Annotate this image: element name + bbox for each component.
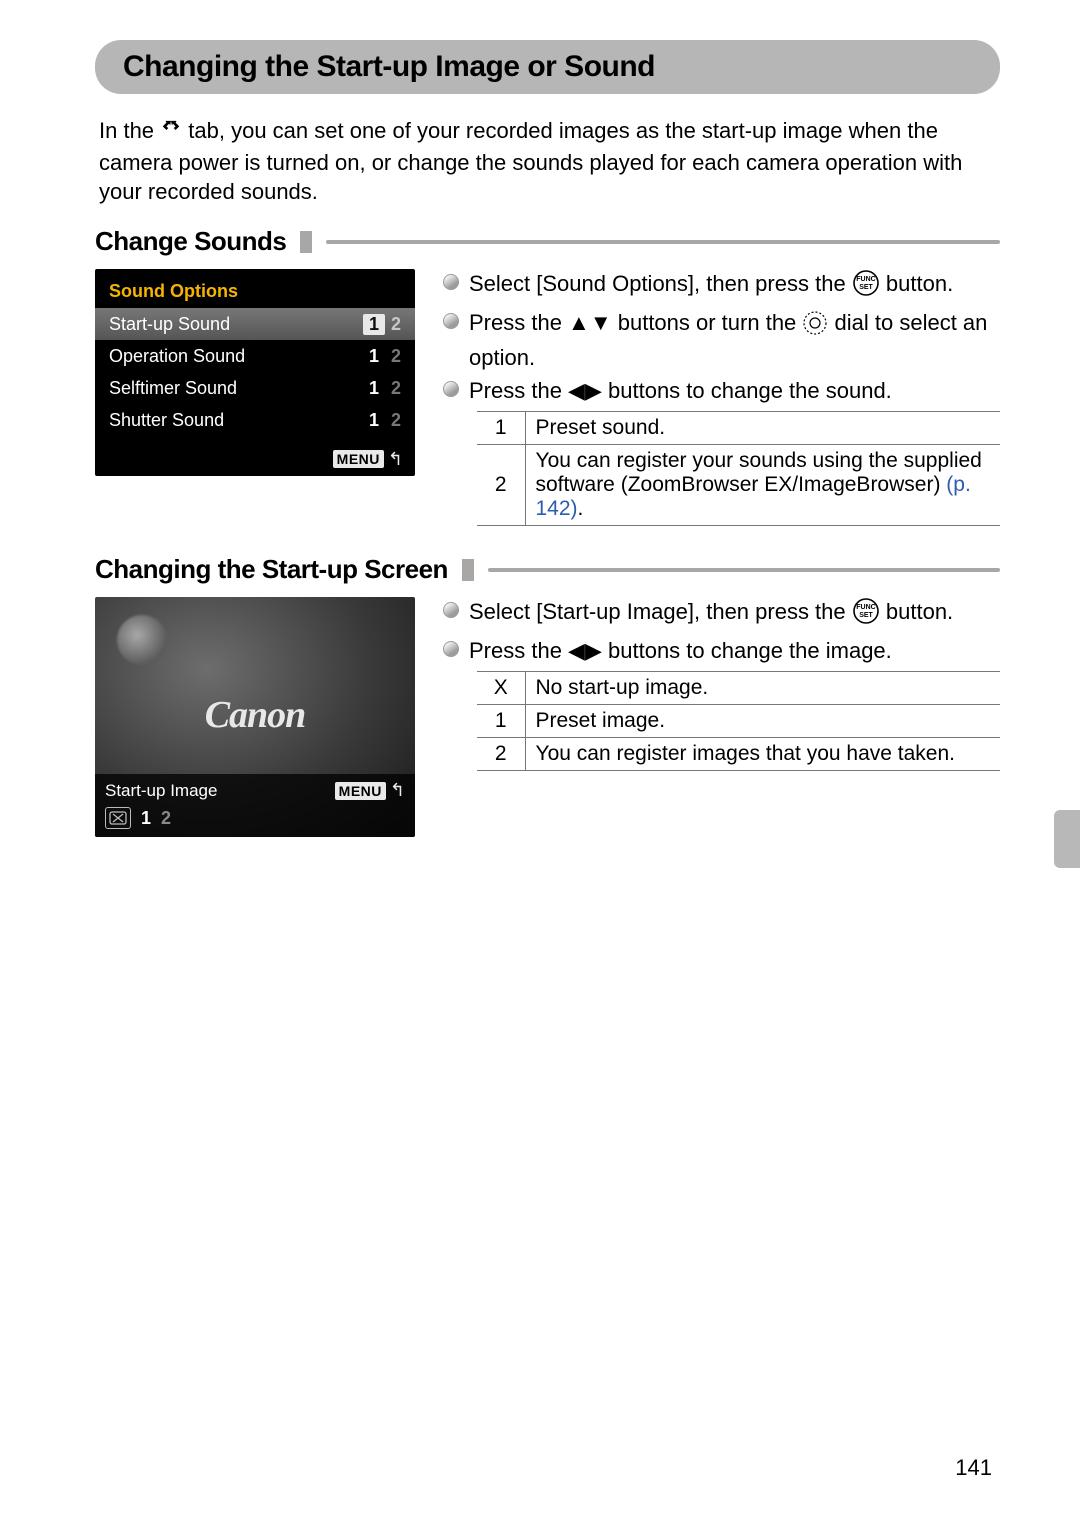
up-down-icon: ▲▼: [568, 310, 612, 335]
table-row: 2 You can register your sounds using the…: [477, 445, 1000, 526]
table-key: 2: [477, 445, 525, 526]
bullet-text: buttons or turn the: [618, 310, 803, 335]
return-icon: ↰: [388, 449, 403, 470]
menu-badge: MENU ↰: [333, 449, 403, 470]
bullet-1: Select [Sound Options], then press the F…: [443, 269, 1000, 304]
bullet-text: Select [Start-up Image], then press the: [469, 599, 852, 624]
lcd-title: Sound Options: [95, 279, 415, 308]
lcd-row-label: Selftimer Sound: [109, 378, 363, 399]
lcd-row-selftimer-sound: Selftimer Sound 1 2: [95, 372, 415, 404]
return-icon: ↰: [390, 780, 405, 801]
svg-text:FUNC: FUNC: [856, 604, 875, 611]
bullet-text: button.: [886, 271, 953, 296]
menu-text: MENU: [335, 782, 386, 800]
func-set-icon: FUNCSET: [852, 269, 880, 304]
lcd-row-opt2: 2: [385, 314, 407, 335]
side-thumb-tab: [1054, 810, 1080, 868]
wrench-icon: [160, 119, 182, 148]
bullet-icon: [443, 313, 459, 329]
intro-text-post: tab, you can set one of your recorded im…: [99, 118, 962, 204]
lcd-row-shutter-sound: Shutter Sound 1 2: [95, 404, 415, 436]
page-number: 141: [955, 1455, 992, 1481]
table-value: Preset image.: [525, 705, 1000, 738]
table-value: You can register images that you have ta…: [525, 738, 1000, 771]
func-set-icon: FUNCSET: [852, 597, 880, 632]
lcd-row-operation-sound: Operation Sound 1 2: [95, 340, 415, 372]
table-row: 2 You can register images that you have …: [477, 738, 1000, 771]
bullet-text: buttons to change the sound.: [608, 378, 892, 403]
section-change-sounds-heading: Change Sounds: [95, 226, 1000, 257]
table-key: 1: [477, 705, 525, 738]
section-startup-screen-heading: Changing the Start-up Screen: [95, 554, 1000, 585]
bullet-2: Press the ◀▶ buttons to change the image…: [443, 636, 1000, 665]
lcd-row-label: Start-up Sound: [109, 314, 363, 335]
heading-rule: [488, 568, 1000, 572]
lcd-row-opt2: 2: [385, 346, 407, 367]
svg-text:FUNC: FUNC: [856, 276, 875, 283]
left-right-icon: ◀▶: [568, 378, 602, 403]
table-row: 1 Preset image.: [477, 705, 1000, 738]
lcd-label: Start-up Image: [105, 781, 217, 801]
sound-table: 1 Preset sound. 2 You can register your …: [477, 411, 1000, 526]
table-key: X: [477, 672, 525, 705]
bullet-2: Press the ▲▼ buttons or turn the dial to…: [443, 308, 1000, 372]
bullet-text: Select [Sound Options], then press the: [469, 271, 852, 296]
table-row: X No start-up image.: [477, 672, 1000, 705]
table-text: You can register your sounds using the s…: [536, 449, 982, 496]
page-title-bar: Changing the Start-up Image or Sound: [95, 40, 1000, 94]
lcd-row-opt1: 1: [363, 378, 385, 399]
heading-rule-stub: [300, 231, 312, 253]
table-row: 1 Preset sound.: [477, 412, 1000, 445]
bullet-text: Press the: [469, 638, 568, 663]
dial-icon: [802, 310, 828, 343]
heading-rule: [326, 240, 1000, 244]
opt-x-icon: [105, 807, 131, 829]
intro-paragraph: In the tab, you can set one of your reco…: [95, 116, 1000, 206]
lcd-row-label: Operation Sound: [109, 346, 363, 367]
bullet-text: button.: [886, 599, 953, 624]
menu-badge: MENU ↰: [335, 780, 405, 801]
lcd-row-label: Shutter Sound: [109, 410, 363, 431]
bullet-1: Select [Start-up Image], then press the …: [443, 597, 1000, 632]
svg-text:SET: SET: [859, 612, 873, 619]
section2-title: Changing the Start-up Screen: [95, 554, 448, 585]
lcd-row-opt1: 1: [363, 314, 385, 335]
bullet-text: buttons to change the image.: [608, 638, 892, 663]
lcd-row-opt1: 1: [363, 346, 385, 367]
lcd-row-startup-sound: Start-up Sound 1 2: [95, 308, 415, 340]
section1-title: Change Sounds: [95, 226, 286, 257]
intro-text-pre: In the: [99, 118, 160, 143]
image-table: X No start-up image. 1 Preset image. 2 Y…: [477, 671, 1000, 771]
bullet-3: Press the ◀▶ buttons to change the sound…: [443, 376, 1000, 405]
bullet-icon: [443, 381, 459, 397]
svg-text:SET: SET: [859, 284, 873, 291]
moon-graphic: [117, 615, 167, 665]
lcd-sound-options: Sound Options Start-up Sound 1 2 Operati…: [95, 269, 415, 476]
left-right-icon: ◀▶: [568, 638, 602, 663]
menu-text: MENU: [333, 450, 384, 468]
bullet-icon: [443, 602, 459, 618]
bullet-icon: [443, 641, 459, 657]
opt-2: 2: [161, 808, 171, 829]
lcd-row-opt2: 2: [385, 410, 407, 431]
opt-1: 1: [141, 808, 151, 829]
heading-rule-stub: [462, 559, 474, 581]
table-value: Preset sound.: [525, 412, 1000, 445]
lcd-row-opt2: 2: [385, 378, 407, 399]
lcd-startup-image: Canon Start-up Image MENU ↰ 1: [95, 597, 415, 837]
table-value: You can register your sounds using the s…: [525, 445, 1000, 526]
canon-logo: Canon: [95, 693, 415, 737]
lcd-row-opt1: 1: [363, 410, 385, 431]
table-key: 1: [477, 412, 525, 445]
table-text: .: [578, 497, 584, 520]
table-value: No start-up image.: [525, 672, 1000, 705]
bullet-icon: [443, 274, 459, 290]
table-key: 2: [477, 738, 525, 771]
bullet-text: Press the: [469, 310, 568, 335]
page-title: Changing the Start-up Image or Sound: [123, 50, 972, 84]
bullet-text: Press the: [469, 378, 568, 403]
